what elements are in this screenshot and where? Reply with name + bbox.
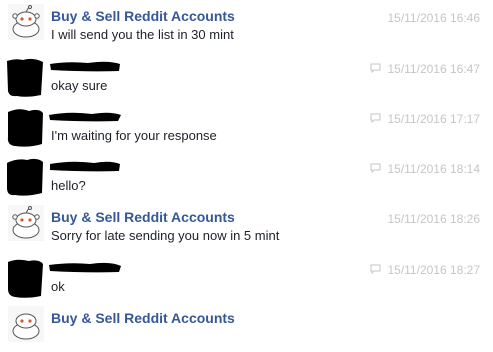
message-row: Buy & Sell Reddit Accounts I will send y… [0,0,493,50]
speech-bubble-icon[interactable] [370,163,381,173]
message-text: Sorry for late sending you now in 5 mint [51,228,280,243]
sender-name[interactable]: Buy & Sell Reddit Accounts [51,209,235,225]
message-row: Buy & Sell Reddit Accounts [0,302,493,352]
sender-name[interactable]: Buy & Sell Reddit Accounts [51,310,235,326]
message-text: I'm waiting for your response [51,128,217,143]
message-text: okay sure [51,78,108,93]
message-text: hello? [51,178,86,193]
message-text: I will send you the list in 30 mint [51,27,234,42]
message-timestamp: 15/11/2016 18:27 [387,263,480,277]
speech-bubble-icon[interactable] [370,63,381,73]
redacted-name [49,112,121,122]
redacted-avatar [7,109,43,147]
redacted-avatar [7,158,43,196]
sender-name[interactable]: Buy & Sell Reddit Accounts [51,8,235,24]
message-row: ok 15/11/2016 18:27 [0,252,493,302]
message-timestamp: 15/11/2016 18:14 [387,162,480,176]
message-text: ok [51,279,65,294]
message-timestamp: 15/11/2016 16:46 [387,11,480,25]
message-timestamp: 15/11/2016 16:47 [387,62,480,76]
redacted-avatar [7,58,43,97]
redacted-name [50,161,120,172]
message-row: Buy & Sell Reddit Accounts Sorry for lat… [0,201,493,251]
redacted-avatar [8,259,43,298]
reddit-alien-icon[interactable] [8,4,44,40]
reddit-alien-icon[interactable] [8,306,44,342]
message-row: I'm waiting for your response 15/11/2016… [0,101,493,151]
speech-bubble-icon[interactable] [370,264,381,274]
reddit-alien-icon[interactable] [8,205,44,241]
redacted-name [49,262,121,273]
message-timestamp: 15/11/2016 18:26 [387,212,480,226]
message-row: hello? 15/11/2016 18:14 [0,151,493,201]
message-timestamp: 15/11/2016 17:17 [387,112,480,126]
redacted-name [50,61,120,72]
message-row: okay sure 15/11/2016 16:47 [0,51,493,101]
speech-bubble-icon[interactable] [370,113,381,123]
